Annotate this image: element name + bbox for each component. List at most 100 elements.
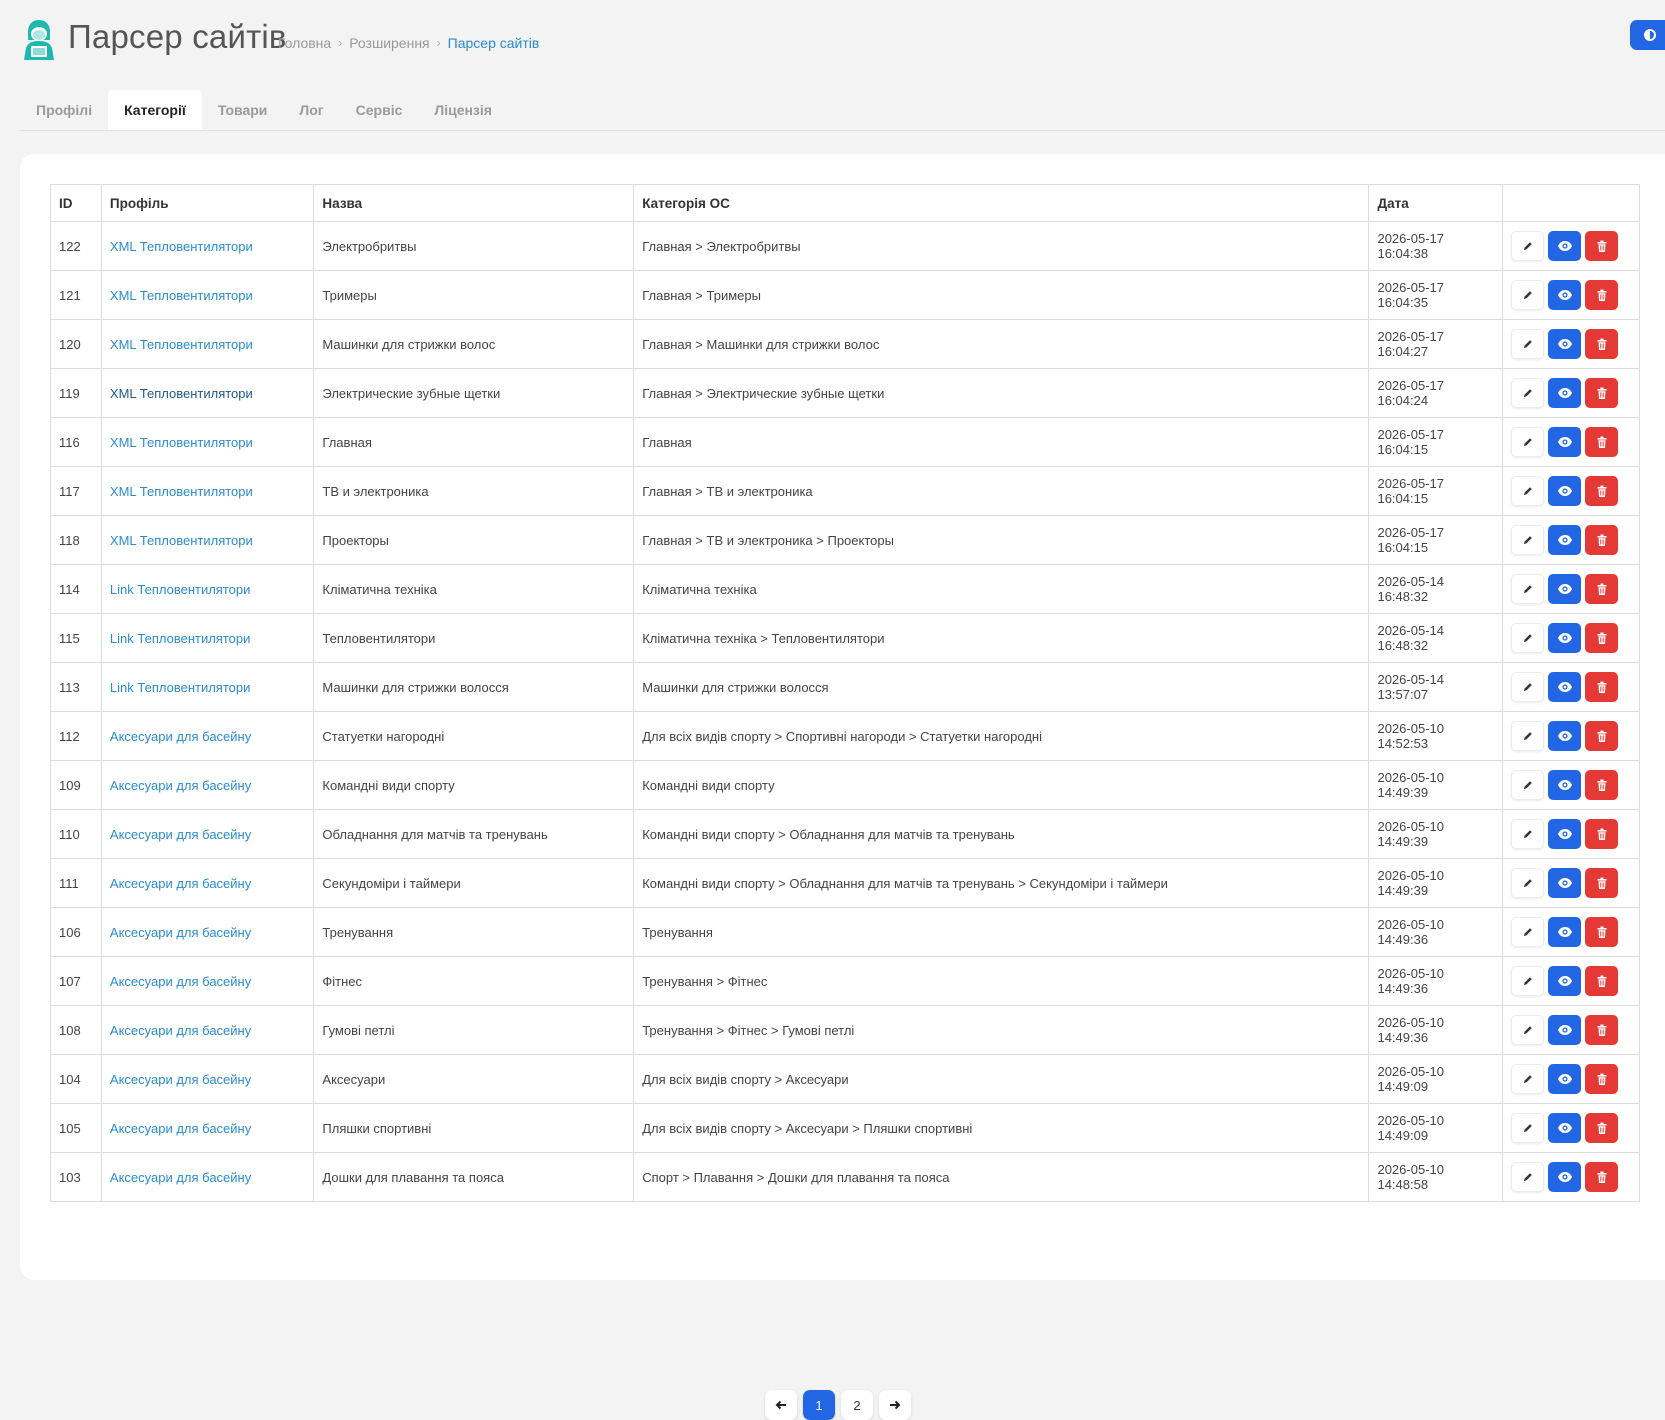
- delete-button[interactable]: [1585, 819, 1619, 849]
- view-button[interactable]: [1548, 525, 1582, 555]
- delete-button[interactable]: [1585, 427, 1619, 457]
- edit-button[interactable]: [1511, 1015, 1545, 1045]
- edit-button[interactable]: [1511, 378, 1545, 408]
- view-button[interactable]: [1548, 721, 1582, 751]
- view-button[interactable]: [1548, 1015, 1582, 1045]
- next-page-button[interactable]: [879, 1390, 911, 1420]
- edit-button[interactable]: [1511, 525, 1545, 555]
- profile-link[interactable]: XML Тепловентилятори: [110, 337, 253, 352]
- edit-button[interactable]: [1511, 623, 1545, 653]
- cell-id: 121: [50, 270, 102, 320]
- edit-button[interactable]: [1511, 476, 1545, 506]
- profile-link[interactable]: XML Тепловентилятори: [110, 435, 253, 450]
- delete-button[interactable]: [1585, 966, 1619, 996]
- delete-button[interactable]: [1585, 1162, 1619, 1192]
- view-button[interactable]: [1548, 770, 1582, 800]
- delete-button[interactable]: [1585, 1113, 1619, 1143]
- edit-button[interactable]: [1511, 868, 1545, 898]
- profile-link[interactable]: Аксесуари для басейну: [110, 827, 251, 842]
- view-button[interactable]: [1548, 1162, 1582, 1192]
- delete-button[interactable]: [1585, 476, 1619, 506]
- profile-link[interactable]: Аксесуари для басейну: [110, 1170, 251, 1185]
- edit-button[interactable]: [1511, 280, 1545, 310]
- tab-categories[interactable]: Категорії: [108, 90, 202, 130]
- delete-button[interactable]: [1585, 770, 1619, 800]
- profile-link[interactable]: Аксесуари для басейну: [110, 925, 251, 940]
- view-button[interactable]: [1548, 231, 1582, 261]
- delete-button[interactable]: [1585, 378, 1619, 408]
- edit-button[interactable]: [1511, 770, 1545, 800]
- view-button[interactable]: [1548, 672, 1582, 702]
- edit-button[interactable]: [1511, 1162, 1545, 1192]
- profile-link[interactable]: Аксесуари для басейну: [110, 876, 251, 891]
- profile-link[interactable]: XML Тепловентилятори: [110, 386, 253, 401]
- delete-button[interactable]: [1585, 329, 1619, 359]
- view-button[interactable]: [1548, 1064, 1582, 1094]
- delete-button[interactable]: [1585, 1015, 1619, 1045]
- view-button[interactable]: [1548, 819, 1582, 849]
- breadcrumb-extensions[interactable]: Розширення: [349, 35, 429, 51]
- edit-button[interactable]: [1511, 231, 1545, 261]
- pencil-icon: [1522, 1024, 1534, 1036]
- edit-button[interactable]: [1511, 1113, 1545, 1143]
- edit-button[interactable]: [1511, 1064, 1545, 1094]
- breadcrumb-home[interactable]: Головна: [278, 35, 331, 51]
- profile-link[interactable]: Аксесуари для басейну: [110, 778, 251, 793]
- view-button[interactable]: [1548, 329, 1582, 359]
- delete-button[interactable]: [1585, 280, 1619, 310]
- edit-button[interactable]: [1511, 672, 1545, 702]
- tab-license[interactable]: Ліцензія: [418, 90, 508, 130]
- tab-products[interactable]: Товари: [202, 90, 284, 130]
- edit-button[interactable]: [1511, 721, 1545, 751]
- prev-page-button[interactable]: [765, 1390, 797, 1420]
- view-button[interactable]: [1548, 1113, 1582, 1143]
- cell-profile: Аксесуари для басейну: [100, 809, 315, 859]
- view-button[interactable]: [1548, 966, 1582, 996]
- delete-button[interactable]: [1585, 917, 1619, 947]
- profile-link[interactable]: Аксесуари для басейну: [110, 729, 251, 744]
- profile-link[interactable]: Аксесуари для басейну: [110, 1121, 251, 1136]
- view-button[interactable]: [1548, 623, 1582, 653]
- edit-button[interactable]: [1511, 574, 1545, 604]
- edit-button[interactable]: [1511, 819, 1545, 849]
- delete-button[interactable]: [1585, 672, 1619, 702]
- view-button[interactable]: [1548, 427, 1582, 457]
- delete-button[interactable]: [1585, 721, 1619, 751]
- edit-button[interactable]: [1511, 917, 1545, 947]
- view-button[interactable]: [1548, 868, 1582, 898]
- profile-link[interactable]: XML Тепловентилятори: [110, 484, 253, 499]
- profile-link[interactable]: Link Тепловентилятори: [110, 680, 250, 695]
- breadcrumb-current[interactable]: Парсер сайтів: [448, 35, 540, 51]
- tab-service[interactable]: Сервіс: [340, 90, 419, 130]
- profile-link[interactable]: Link Тепловентилятори: [110, 582, 250, 597]
- edit-button[interactable]: [1511, 329, 1545, 359]
- page-2-button[interactable]: 2: [841, 1390, 873, 1420]
- profile-link[interactable]: Аксесуари для басейну: [110, 1023, 251, 1038]
- theme-toggle-button[interactable]: [1630, 20, 1665, 50]
- view-button[interactable]: [1548, 574, 1582, 604]
- view-button[interactable]: [1548, 280, 1582, 310]
- profile-link[interactable]: Аксесуари для басейну: [110, 1072, 251, 1087]
- profile-link[interactable]: Аксесуари для басейну: [110, 974, 251, 989]
- tab-log[interactable]: Лог: [283, 90, 339, 130]
- cell-actions: [1502, 662, 1640, 712]
- arrow-left-icon: [775, 1400, 786, 1410]
- delete-button[interactable]: [1585, 574, 1619, 604]
- edit-button[interactable]: [1511, 966, 1545, 996]
- delete-button[interactable]: [1585, 231, 1619, 261]
- view-button[interactable]: [1548, 917, 1582, 947]
- delete-button[interactable]: [1585, 868, 1619, 898]
- table-row: 111 Аксесуари для басейну Секундоміри і та…: [50, 858, 1640, 908]
- tab-profiles[interactable]: Профілі: [20, 90, 108, 130]
- profile-link[interactable]: XML Тепловентилятори: [110, 533, 253, 548]
- delete-button[interactable]: [1585, 1064, 1619, 1094]
- view-button[interactable]: [1548, 476, 1582, 506]
- profile-link[interactable]: Link Тепловентилятори: [110, 631, 250, 646]
- profile-link[interactable]: XML Тепловентилятори: [110, 288, 253, 303]
- view-button[interactable]: [1548, 378, 1582, 408]
- edit-button[interactable]: [1511, 427, 1545, 457]
- delete-button[interactable]: [1585, 525, 1619, 555]
- page-1-button[interactable]: 1: [803, 1390, 835, 1420]
- profile-link[interactable]: XML Тепловентилятори: [110, 239, 253, 254]
- delete-button[interactable]: [1585, 623, 1619, 653]
